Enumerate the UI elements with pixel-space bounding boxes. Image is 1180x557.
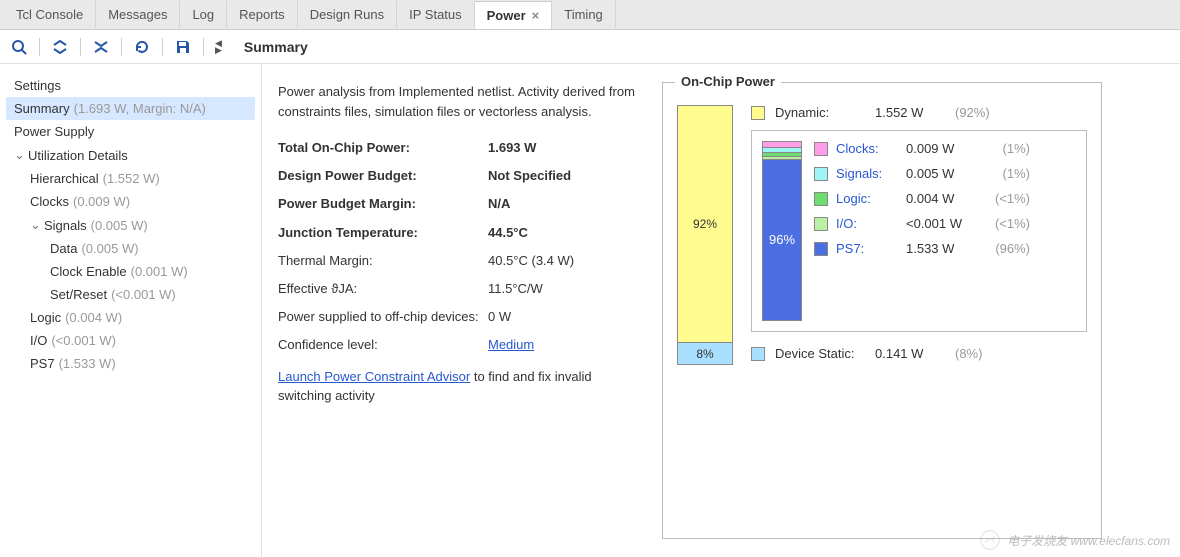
bottom-tabstrip: Tcl ConsoleMessagesLogReportsDesign Runs… [0, 0, 1180, 30]
swatch-dynamic-icon [751, 106, 765, 120]
legend-link[interactable]: Signals: [836, 166, 898, 181]
breakdown-stacked-bar: 96% [762, 141, 802, 321]
summary-row: Effective ϑJA:11.5°C/W [278, 280, 638, 298]
legend-link[interactable]: Clocks: [836, 141, 898, 156]
summary-value: Not Specified [488, 167, 571, 185]
tab-tcl-console[interactable]: Tcl Console [4, 1, 96, 28]
legend-row-logic: Logic:0.004 W(<1%) [814, 191, 1076, 206]
tree-item-clock-enable[interactable]: Clock Enable (0.001 W) [6, 260, 255, 283]
separator [39, 38, 40, 56]
summary-row: Power Budget Margin:N/A [278, 195, 638, 213]
power-summary-content: Power analysis from Implemented netlist.… [262, 64, 1180, 557]
tree-item-set-reset[interactable]: Set/Reset (<0.001 W) [6, 283, 255, 306]
chevron-down-icon: ⌄ [30, 217, 40, 233]
tab-ip-status[interactable]: IP Status [397, 1, 475, 28]
dynamic-breakdown-box: 96% Clocks:0.009 W(1%) Signals:0.005 W(1%… [751, 130, 1087, 332]
swatch-static-icon [751, 347, 765, 361]
swatch-icon [814, 142, 828, 156]
legend-link[interactable]: Logic: [836, 191, 898, 206]
tree-item-data[interactable]: Data (0.005 W) [6, 237, 255, 260]
bar-segment-static: 8% [678, 342, 732, 364]
tree-item-settings[interactable]: Settings [6, 74, 255, 97]
panel-title: Summary [244, 39, 308, 55]
tree-item-ps7[interactable]: PS7 (1.533 W) [6, 352, 255, 375]
power-tree-sidebar: SettingsSummary (1.693 W, Margin: N/A)Po… [0, 64, 262, 557]
collapse-all-icon[interactable] [47, 34, 73, 60]
separator [121, 38, 122, 56]
separator [203, 38, 204, 56]
tree-item-utilization-details[interactable]: ⌄Utilization Details [6, 143, 255, 167]
search-icon[interactable] [6, 34, 32, 60]
summary-row: Total On-Chip Power:1.693 W [278, 139, 638, 157]
close-icon[interactable]: × [532, 8, 540, 23]
summary-row: Junction Temperature:44.5°C [278, 224, 638, 242]
legend-row-ps7: PS7:1.533 W(96%) [814, 241, 1076, 256]
swatch-icon [814, 217, 828, 231]
summary-row: Power supplied to off-chip devices:0 W [278, 308, 638, 326]
watermark: 电子发烧友 www.elecfans.com [979, 529, 1170, 551]
summary-value: 44.5°C [488, 224, 528, 242]
legend-row-clocks: Clocks:0.009 W(1%) [814, 141, 1076, 156]
tree-item-logic[interactable]: Logic (0.004 W) [6, 306, 255, 329]
tab-timing[interactable]: Timing [552, 1, 616, 28]
chevron-down-icon: ⌄ [14, 147, 24, 163]
legend-link[interactable]: PS7: [836, 241, 898, 256]
tree-item-signals[interactable]: ⌄Signals (0.005 W) [6, 213, 255, 237]
legend-row-io: I/O:<0.001 W(<1%) [814, 216, 1076, 231]
tree-item-clocks[interactable]: Clocks (0.009 W) [6, 190, 255, 213]
advisor-line: Launch Power Constraint Advisor to find … [278, 367, 638, 406]
summary-value: 1.693 W [488, 139, 536, 157]
tree-item-hierarchical[interactable]: Hierarchical (1.552 W) [6, 167, 255, 190]
swatch-icon [814, 242, 828, 256]
summary-row: Confidence level:Medium [278, 336, 638, 354]
tab-messages[interactable]: Messages [96, 1, 180, 28]
swatch-icon [814, 192, 828, 206]
expand-all-icon[interactable] [88, 34, 114, 60]
tab-design-runs[interactable]: Design Runs [298, 1, 397, 28]
summary-row: Thermal Margin:40.5°C (3.4 W) [278, 252, 638, 270]
launch-advisor-link[interactable]: Launch Power Constraint Advisor [278, 369, 470, 384]
power-toolbar: ◀▶ Summary [0, 30, 1180, 64]
separator [162, 38, 163, 56]
panel-collapse-handle[interactable]: ◀▶ [215, 40, 222, 54]
main-stacked-bar: 92% 8% [677, 105, 733, 365]
tree-item-i-o[interactable]: I/O (<0.001 W) [6, 329, 255, 352]
chart-title: On-Chip Power [675, 74, 781, 89]
summary-value: 40.5°C (3.4 W) [488, 252, 574, 270]
tab-reports[interactable]: Reports [227, 1, 298, 28]
confidence-level-link[interactable]: Medium [488, 336, 534, 354]
legend-row-signals: Signals:0.005 W(1%) [814, 166, 1076, 181]
legend-link[interactable]: I/O: [836, 216, 898, 231]
summary-value: N/A [488, 195, 510, 213]
reload-icon[interactable] [129, 34, 155, 60]
dynamic-legend-row: Dynamic: 1.552 W (92%) [751, 105, 1087, 120]
summary-value: 11.5°C/W [488, 280, 543, 298]
static-legend-row: Device Static: 0.141 W (8%) [751, 346, 1087, 361]
on-chip-power-panel: On-Chip Power 92% 8% Dynamic: 1.552 W (9… [662, 82, 1102, 539]
bar-segment-dynamic: 92% [678, 106, 732, 342]
separator [80, 38, 81, 56]
summary-row: Design Power Budget:Not Specified [278, 167, 638, 185]
bar-segment-ps7: 96% [763, 160, 801, 320]
tab-log[interactable]: Log [180, 1, 227, 28]
summary-description: Power analysis from Implemented netlist.… [278, 82, 638, 121]
summary-value: 0 W [488, 308, 511, 326]
swatch-icon [814, 167, 828, 181]
tree-item-power-supply[interactable]: Power Supply [6, 120, 255, 143]
save-icon[interactable] [170, 34, 196, 60]
tab-power[interactable]: Power× [475, 1, 553, 29]
tree-item-summary[interactable]: Summary (1.693 W, Margin: N/A) [6, 97, 255, 120]
